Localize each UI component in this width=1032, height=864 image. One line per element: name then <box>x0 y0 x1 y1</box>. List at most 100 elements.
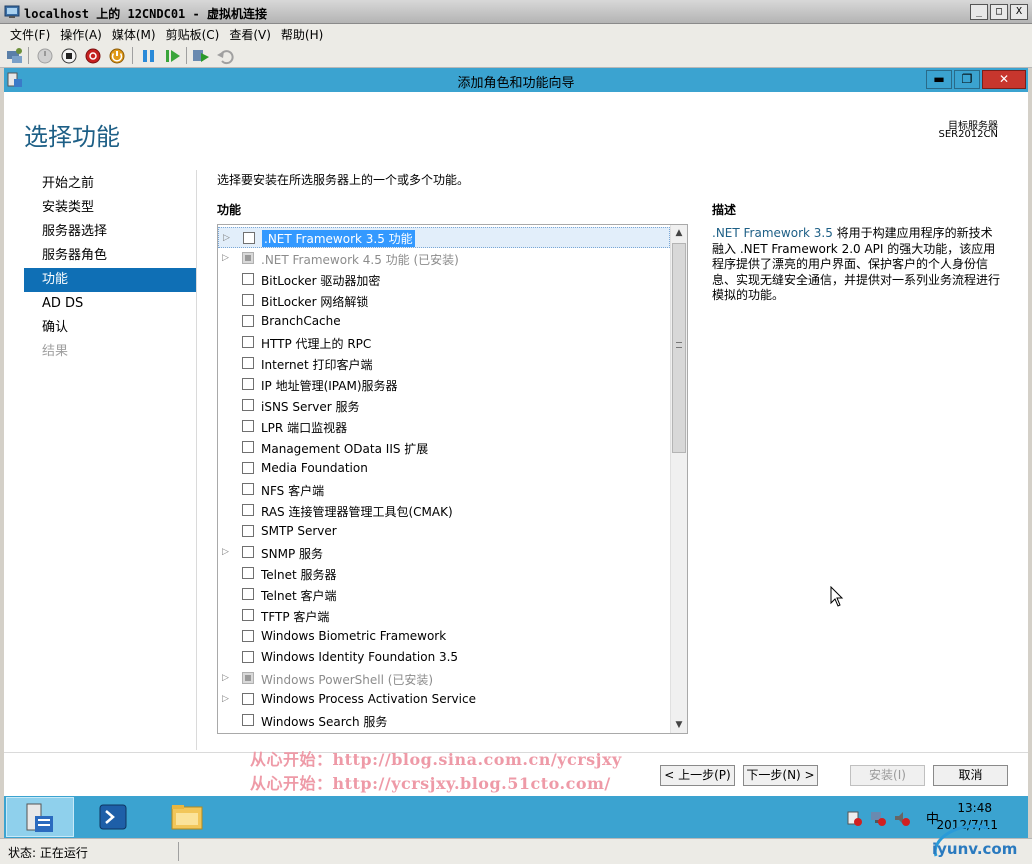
feature-checkbox[interactable] <box>242 504 254 516</box>
ctrl-alt-del-icon[interactable] <box>6 47 24 65</box>
feature-row[interactable]: ▷ SNMP 服务 <box>218 542 670 563</box>
nav-item-before-you-begin[interactable]: 开始之前 <box>24 172 196 196</box>
features-scrollbar[interactable]: ▲ ▼ <box>670 225 687 733</box>
feature-row[interactable]: BitLocker 网络解锁 <box>218 290 670 311</box>
feature-checkbox[interactable] <box>242 483 254 495</box>
close-button[interactable]: X <box>1010 4 1028 20</box>
feature-checkbox[interactable] <box>242 525 254 537</box>
feature-row[interactable]: NFS 客户端 <box>218 479 670 500</box>
description-link[interactable]: .NET Framework 3.5 <box>712 226 833 240</box>
menu-media[interactable]: 媒体(M) <box>108 24 162 42</box>
wizard-restore-button[interactable]: ❐ <box>954 70 980 89</box>
feature-row[interactable]: LPR 端口监视器 <box>218 416 670 437</box>
feature-row[interactable]: BranchCache <box>218 311 670 332</box>
menu-help[interactable]: 帮助(H) <box>277 24 329 42</box>
feature-row[interactable]: Media Foundation <box>218 458 670 479</box>
feature-checkbox[interactable] <box>242 567 254 579</box>
feature-checkbox[interactable] <box>242 546 254 558</box>
scroll-down-icon[interactable]: ▼ <box>671 717 687 733</box>
menu-clipboard[interactable]: 剪贴板(C) <box>162 24 226 42</box>
wizard-minimize-button[interactable]: ▬ <box>926 70 952 89</box>
feature-checkbox[interactable] <box>242 336 254 348</box>
feature-checkbox[interactable] <box>242 420 254 432</box>
menu-action[interactable]: 操作(A) <box>56 24 108 42</box>
nav-item-confirmation[interactable]: 确认 <box>24 316 196 340</box>
feature-row[interactable]: ▷ .NET Framework 4.5 功能 (已安装) <box>218 248 670 269</box>
feature-checkbox[interactable] <box>242 357 254 369</box>
expand-arrow-icon[interactable]: ▷ <box>222 694 229 704</box>
feature-checkbox[interactable] <box>242 693 254 705</box>
feature-row[interactable]: ▷ Windows Process Activation Service <box>218 689 670 710</box>
feature-row[interactable]: iSNS Server 服务 <box>218 395 670 416</box>
menu-file[interactable]: 文件(F) <box>6 24 56 42</box>
feature-checkbox[interactable] <box>242 399 254 411</box>
feature-row[interactable]: RAS 连接管理器管理工具包(CMAK) <box>218 500 670 521</box>
volume-icon[interactable] <box>894 810 910 826</box>
taskbar-explorer[interactable] <box>154 797 222 837</box>
features-tree[interactable]: Windows Search 服务 ▷ Windows Process Activa… <box>217 224 688 734</box>
feature-label: TFTP 客户端 <box>261 610 330 624</box>
menu-view[interactable]: 查看(V) <box>225 24 277 42</box>
feature-checkbox[interactable] <box>243 232 255 244</box>
feature-row[interactable]: Windows Search 服务 <box>218 710 670 731</box>
expand-arrow-icon[interactable]: ▷ <box>222 673 229 683</box>
nav-item-features[interactable]: 功能 <box>24 268 196 292</box>
scroll-up-icon[interactable]: ▲ <box>671 225 687 241</box>
feature-checkbox[interactable] <box>242 441 254 453</box>
expand-arrow-icon[interactable]: ▷ <box>223 233 230 243</box>
feature-checkbox[interactable] <box>242 315 254 327</box>
next-button[interactable]: 下一步(N) > <box>743 765 818 786</box>
action-center-icon[interactable] <box>846 810 862 826</box>
resume-icon[interactable] <box>164 47 182 65</box>
taskbar-server-manager[interactable] <box>6 797 74 837</box>
cancel-button[interactable]: 取消 <box>933 765 1008 786</box>
expand-arrow-icon[interactable]: ▷ <box>222 547 229 557</box>
back-button[interactable]: < 上一步(P) <box>660 765 735 786</box>
power-icon[interactable] <box>108 47 126 65</box>
feature-checkbox[interactable] <box>242 609 254 621</box>
clock-time[interactable]: 13:48 <box>957 801 992 815</box>
feature-row[interactable]: IP 地址管理(IPAM)服务器 <box>218 374 670 395</box>
wizard-close-button[interactable]: ✕ <box>982 70 1026 89</box>
taskbar-powershell[interactable] <box>80 797 148 837</box>
feature-row[interactable]: Telnet 客户端 <box>218 584 670 605</box>
scrollbar-thumb[interactable] <box>672 243 686 453</box>
grip-icon <box>676 342 682 348</box>
feature-row[interactable]: ▷ .NET Framework 3.5 功能 <box>218 227 670 248</box>
wizard-titlebar[interactable]: 添加角色和功能向导 ▬ ❐ ✕ <box>4 68 1028 92</box>
turn-off-icon[interactable] <box>60 47 78 65</box>
shutdown-icon[interactable] <box>84 47 102 65</box>
window-titlebar[interactable]: localhost 上的 12CNDC01 - 虚拟机连接 _ □ X <box>0 0 1032 24</box>
nav-item-ad-ds[interactable]: AD DS <box>24 292 196 316</box>
feature-row[interactable]: Telnet 服务器 <box>218 563 670 584</box>
feature-checkbox[interactable] <box>242 294 254 306</box>
feature-checkbox[interactable] <box>242 273 254 285</box>
network-icon[interactable] <box>870 810 886 826</box>
revert-icon[interactable] <box>216 47 234 65</box>
feature-row[interactable]: Windows Biometric Framework <box>218 626 670 647</box>
nav-item-server-selection[interactable]: 服务器选择 <box>24 220 196 244</box>
feature-row[interactable]: Windows Identity Foundation 3.5 <box>218 647 670 668</box>
feature-checkbox[interactable] <box>242 378 254 390</box>
feature-checkbox[interactable] <box>242 714 254 726</box>
feature-row[interactable]: ▷ Windows PowerShell (已安装) <box>218 668 670 689</box>
feature-checkbox[interactable] <box>242 630 254 642</box>
restore-button[interactable]: □ <box>990 4 1008 20</box>
feature-row[interactable]: TFTP 客户端 <box>218 605 670 626</box>
feature-checkbox[interactable] <box>242 651 254 663</box>
feature-row[interactable]: SMTP Server <box>218 521 670 542</box>
feature-row[interactable]: HTTP 代理上的 RPC <box>218 332 670 353</box>
feature-row[interactable]: BitLocker 驱动器加密 <box>218 269 670 290</box>
snapshot-icon[interactable] <box>192 47 210 65</box>
feature-row[interactable]: Internet 打印客户端 <box>218 353 670 374</box>
feature-row[interactable]: Management OData IIS 扩展 <box>218 437 670 458</box>
nav-item-installation-type[interactable]: 安装类型 <box>24 196 196 220</box>
nav-item-server-roles[interactable]: 服务器角色 <box>24 244 196 268</box>
feature-checkbox[interactable] <box>242 462 254 474</box>
feature-label: LPR 端口监视器 <box>261 421 348 435</box>
minimize-button[interactable]: _ <box>970 4 988 20</box>
pause-icon[interactable] <box>140 47 158 65</box>
expand-arrow-icon[interactable]: ▷ <box>222 253 229 263</box>
start-icon[interactable] <box>36 47 54 65</box>
feature-checkbox[interactable] <box>242 588 254 600</box>
